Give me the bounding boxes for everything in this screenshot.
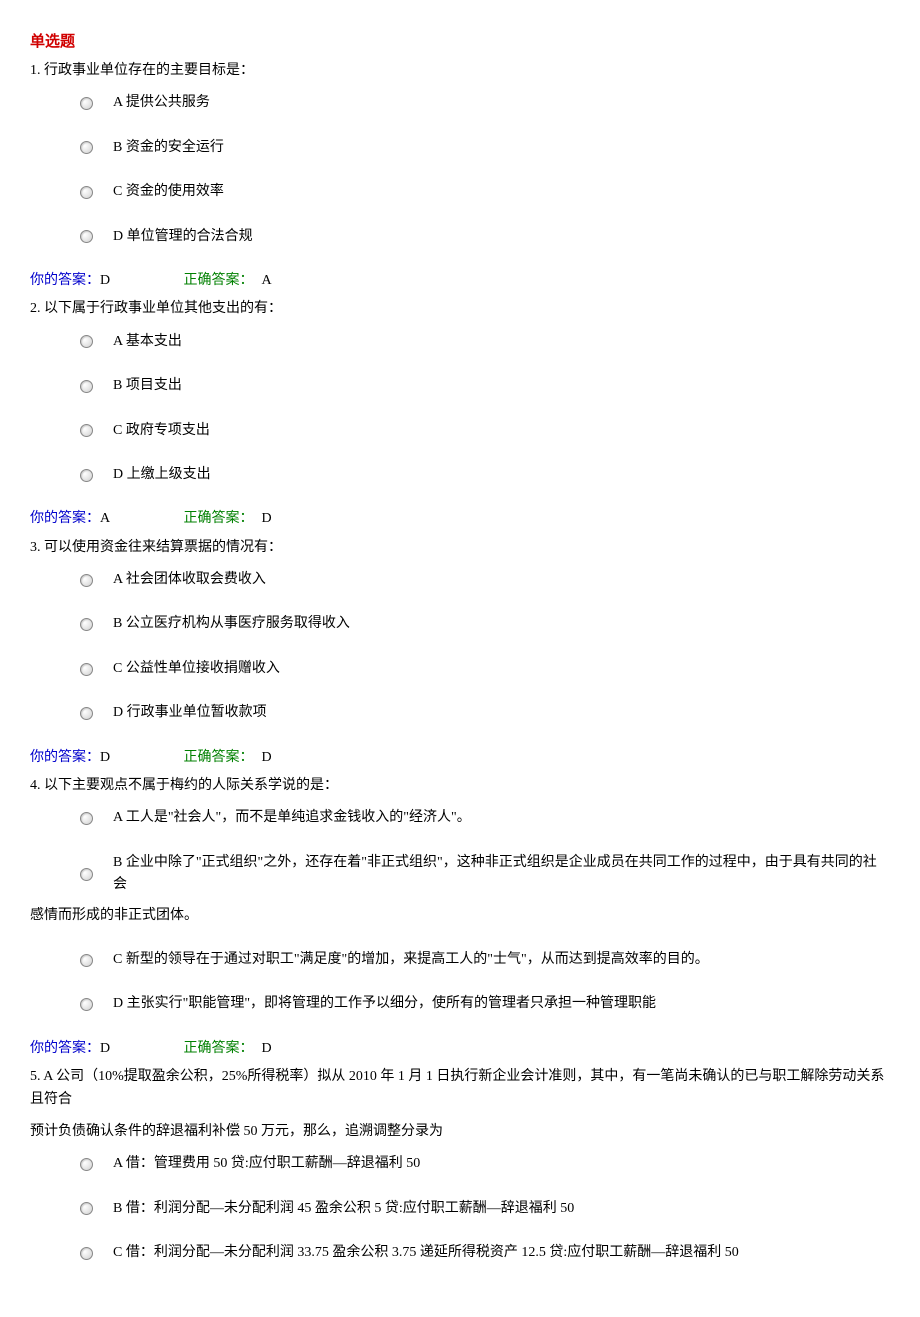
correct-answer-label: 正确答案： [184, 273, 254, 288]
your-answer-label: 你的答案： [30, 1041, 100, 1056]
radio-icon[interactable] [80, 469, 93, 482]
your-answer-label: 你的答案： [30, 750, 100, 765]
question-4: 4. 以下主要观点不属于梅约的人际关系学说的是： A 工人是"社会人"，而不是单… [30, 775, 890, 1060]
option-1a[interactable]: A 提供公共服务 [80, 92, 890, 114]
radio-icon[interactable] [80, 141, 93, 154]
correct-answer-label: 正确答案： [184, 511, 254, 526]
correct-answer-label: 正确答案： [184, 750, 254, 765]
radio-icon[interactable] [80, 998, 93, 1011]
option-3a[interactable]: A 社会团体收取会费收入 [80, 569, 890, 591]
radio-icon[interactable] [80, 812, 93, 825]
radio-icon[interactable] [80, 663, 93, 676]
correct-answer-value: D [262, 750, 272, 765]
radio-icon[interactable] [80, 1202, 93, 1215]
your-answer-value: A [100, 508, 180, 530]
radio-icon[interactable] [80, 97, 93, 110]
option-3d[interactable]: D 行政事业单位暂收款项 [80, 702, 890, 724]
option-2a[interactable]: A 基本支出 [80, 331, 890, 353]
correct-answer-label: 正确答案： [184, 1041, 254, 1056]
answer-line-1: 你的答案：D 正确答案： A [30, 270, 890, 292]
question-5-options: A 借：管理费用 50 贷:应付职工薪酬—辞退福利 50 B 借：利润分配—未分… [80, 1153, 890, 1264]
option-4c[interactable]: C 新型的领导在于通过对职工"满足度"的增加，来提高工人的"士气"，从而达到提高… [80, 949, 890, 971]
radio-icon[interactable] [80, 335, 93, 348]
your-answer-label: 你的答案： [30, 511, 100, 526]
option-1b[interactable]: B 资金的安全运行 [80, 137, 890, 159]
question-1-text: 1. 行政事业单位存在的主要目标是： [30, 60, 890, 82]
question-4-text: 4. 以下主要观点不属于梅约的人际关系学说的是： [30, 775, 890, 797]
question-2-options: A 基本支出 B 项目支出 C 政府专项支出 D 上缴上级支出 [80, 331, 890, 487]
radio-icon[interactable] [80, 574, 93, 587]
option-2b[interactable]: B 项目支出 [80, 375, 890, 397]
option-2d[interactable]: D 上缴上级支出 [80, 464, 890, 486]
correct-answer-value: A [262, 273, 272, 288]
radio-icon[interactable] [80, 230, 93, 243]
question-2-text: 2. 以下属于行政事业单位其他支出的有： [30, 298, 890, 320]
radio-icon[interactable] [80, 707, 93, 720]
radio-icon[interactable] [80, 868, 93, 881]
option-1c[interactable]: C 资金的使用效率 [80, 181, 890, 203]
question-5-text: 5. A 公司（10%提取盈余公积，25%所得税率）拟从 2010 年 1 月 … [30, 1066, 890, 1111]
answer-line-3: 你的答案：D 正确答案：D [30, 747, 890, 769]
question-2: 2. 以下属于行政事业单位其他支出的有： A 基本支出 B 项目支出 C 政府专… [30, 298, 890, 530]
section-title: 单选题 [30, 30, 890, 54]
option-1d[interactable]: D 单位管理的合法合规 [80, 226, 890, 248]
option-5a[interactable]: A 借：管理费用 50 贷:应付职工薪酬—辞退福利 50 [80, 1153, 890, 1175]
correct-answer-value: D [262, 1041, 272, 1056]
option-2c[interactable]: C 政府专项支出 [80, 420, 890, 442]
option-5c[interactable]: C 借：利润分配—未分配利润 33.75 盈余公积 3.75 递延所得税资产 1… [80, 1242, 890, 1264]
question-1-options: A 提供公共服务 B 资金的安全运行 C 资金的使用效率 D 单位管理的合法合规 [80, 92, 890, 248]
answer-line-2: 你的答案：A 正确答案： D [30, 508, 890, 530]
radio-icon[interactable] [80, 380, 93, 393]
option-3c[interactable]: C 公益性单位接收捐赠收入 [80, 658, 890, 680]
radio-icon[interactable] [80, 424, 93, 437]
question-4-options: A 工人是"社会人"，而不是单纯追求金钱收入的"经济人"。 B 企业中除了"正式… [80, 807, 890, 896]
radio-icon[interactable] [80, 954, 93, 967]
question-3-text: 3. 可以使用资金往来结算票据的情况有： [30, 537, 890, 559]
radio-icon[interactable] [80, 1247, 93, 1260]
radio-icon[interactable] [80, 1158, 93, 1171]
question-3: 3. 可以使用资金往来结算票据的情况有： A 社会团体收取会费收入 B 公立医疗… [30, 537, 890, 769]
question-5-text-cont: 预计负债确认条件的辞退福利补偿 50 万元，那么，追溯调整分录为 [30, 1121, 890, 1143]
your-answer-value: D [100, 747, 180, 769]
question-1: 1. 行政事业单位存在的主要目标是： A 提供公共服务 B 资金的安全运行 C … [30, 60, 890, 292]
option-4a[interactable]: A 工人是"社会人"，而不是单纯追求金钱收入的"经济人"。 [80, 807, 890, 829]
option-4b[interactable]: B 企业中除了"正式组织"之外，还存在着"非正式组织"，这种非正式组织是企业成员… [80, 852, 890, 897]
your-answer-value: D [100, 270, 180, 292]
correct-answer-value: D [262, 511, 272, 526]
question-4-options-cont: C 新型的领导在于通过对职工"满足度"的增加，来提高工人的"士气"，从而达到提高… [80, 949, 890, 1016]
answer-line-4: 你的答案：D 正确答案：D [30, 1038, 890, 1060]
option-4d[interactable]: D 主张实行"职能管理"，即将管理的工作予以细分，使所有的管理者只承担一种管理职… [80, 993, 890, 1015]
your-answer-value: D [100, 1038, 180, 1060]
question-5: 5. A 公司（10%提取盈余公积，25%所得税率）拟从 2010 年 1 月 … [30, 1066, 890, 1264]
option-3b[interactable]: B 公立医疗机构从事医疗服务取得收入 [80, 613, 890, 635]
your-answer-label: 你的答案： [30, 273, 100, 288]
radio-icon[interactable] [80, 618, 93, 631]
question-3-options: A 社会团体收取会费收入 B 公立医疗机构从事医疗服务取得收入 C 公益性单位接… [80, 569, 890, 725]
option-4b-continuation: 感情而形成的非正式团体。 [30, 905, 890, 927]
radio-icon[interactable] [80, 186, 93, 199]
option-5b[interactable]: B 借：利润分配—未分配利润 45 盈余公积 5 贷:应付职工薪酬—辞退福利 5… [80, 1198, 890, 1220]
